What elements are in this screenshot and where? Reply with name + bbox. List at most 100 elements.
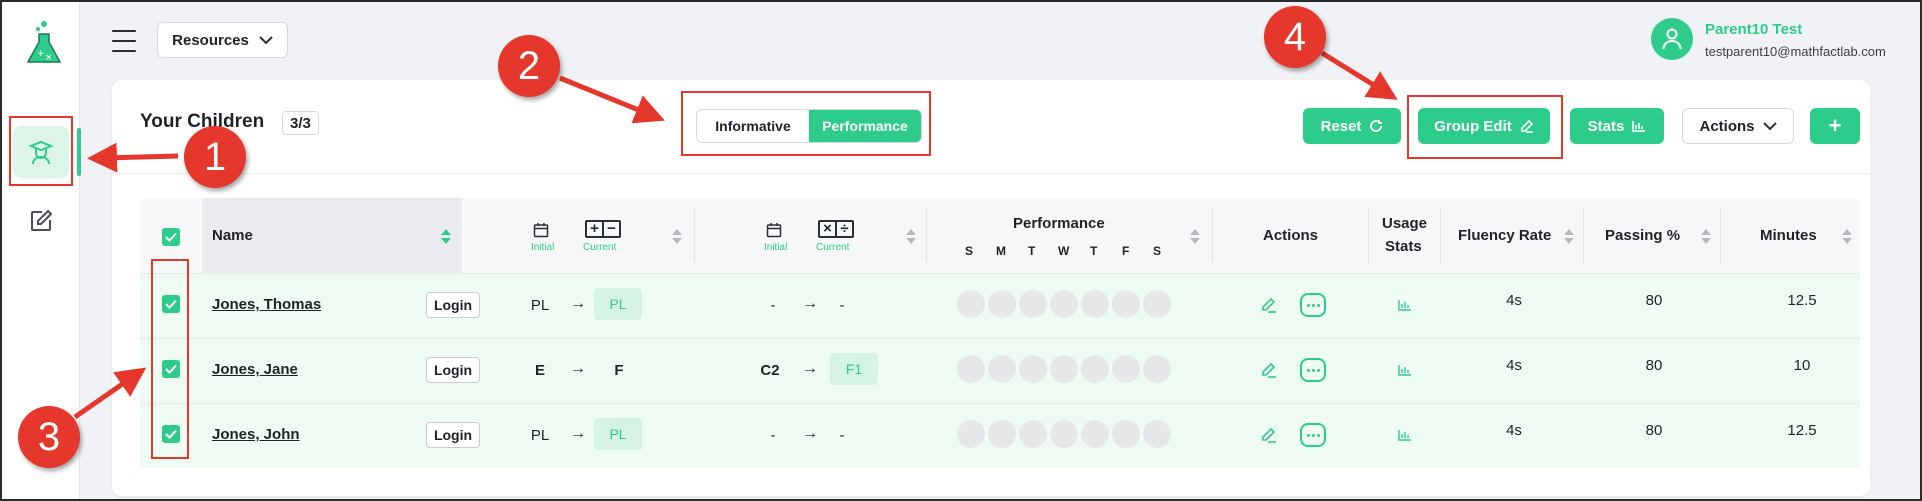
menu-hamburger-icon[interactable] <box>112 30 136 52</box>
muldiv-current: - <box>839 427 845 444</box>
svg-text:×: × <box>45 53 53 63</box>
table-header: Name Initial + − Current Initial × ÷ Curre… <box>140 198 1860 273</box>
annotation-callout-3: 3 <box>18 406 80 468</box>
performance-day-dot <box>1112 420 1140 448</box>
performance-day-dot <box>1019 355 1047 383</box>
addsub-current: PL <box>594 418 642 450</box>
performance-day-dot <box>957 290 985 318</box>
pencil-icon[interactable] <box>1261 362 1277 378</box>
reset-button[interactable]: Reset <box>1303 108 1401 144</box>
sort-muldiv-icon[interactable] <box>906 229 916 245</box>
header-fluency-rate[interactable]: Fluency Rate <box>1458 227 1551 244</box>
more-options-button[interactable] <box>1300 423 1326 447</box>
muldiv-initial: - <box>770 297 776 314</box>
refresh-icon <box>1370 120 1383 132</box>
calendar-icon <box>533 223 549 238</box>
resources-dropdown[interactable]: Resources <box>157 22 288 58</box>
column-separator <box>926 208 927 263</box>
usage-stats-icon[interactable] <box>1398 364 1412 376</box>
flask-logo-icon[interactable]: + × <box>24 20 64 66</box>
annotation-highlight-checkboxes <box>151 259 189 459</box>
pencil-icon[interactable] <box>1261 427 1277 443</box>
performance-day-dot <box>1050 355 1078 383</box>
day-label: F <box>1122 244 1130 258</box>
arrow-right-icon: → <box>570 425 586 442</box>
header-usage-stats-line1: Usage <box>1382 215 1428 232</box>
minutes-value: 10 <box>1793 357 1811 374</box>
initial-label: Initial <box>764 242 788 253</box>
day-label: S <box>965 244 974 258</box>
sort-performance-icon[interactable] <box>1190 229 1200 245</box>
performance-day-dot <box>1081 355 1109 383</box>
actions-label: Actions <box>1699 117 1755 135</box>
add-child-button[interactable]: + <box>1810 108 1860 144</box>
performance-day-dot <box>1143 290 1171 318</box>
plus-symbol: + <box>587 221 604 236</box>
annotation-highlight-group-edit <box>1407 95 1563 159</box>
annotation-highlight-toggle <box>681 91 931 156</box>
children-table: Name Initial + − Current Initial × ÷ Curre… <box>140 198 1860 488</box>
minus-symbol: − <box>607 220 616 237</box>
child-name-link[interactable]: Jones, Jane <box>212 361 298 378</box>
header-name[interactable]: Name <box>212 227 253 244</box>
performance-day-dot <box>957 355 985 383</box>
column-separator <box>1368 208 1369 263</box>
performance-day-dot <box>1112 355 1140 383</box>
calendar-icon <box>766 223 782 238</box>
user-email: testparent10@mathfactlab.com <box>1705 44 1886 59</box>
passing-value: 80 <box>1645 357 1663 374</box>
bar-chart-icon <box>1632 121 1646 132</box>
muldiv-current: - <box>839 297 845 314</box>
fluency-rate-value: 4s <box>1506 292 1522 309</box>
sort-name-icon[interactable] <box>441 229 451 245</box>
active-nav-indicator <box>77 128 81 176</box>
minutes-value: 12.5 <box>1787 292 1817 309</box>
performance-day-dot <box>1081 420 1109 448</box>
login-button[interactable]: Login <box>426 357 480 383</box>
day-label: M <box>996 244 1006 258</box>
table-row: Jones, Thomas Login PL → PL - → - 4s 80 … <box>140 273 1860 338</box>
stats-button[interactable]: Stats <box>1570 108 1664 144</box>
muldiv-initial: - <box>770 427 776 444</box>
minutes-value: 12.5 <box>1787 422 1817 439</box>
annotation-callout-2: 2 <box>498 35 560 97</box>
header-actions: Actions <box>1263 227 1319 244</box>
sort-minutes-icon[interactable] <box>1842 229 1852 245</box>
sort-fluency-icon[interactable] <box>1564 229 1574 245</box>
performance-day-dot <box>988 420 1016 448</box>
addsub-current: PL <box>594 288 642 320</box>
passing-value: 80 <box>1645 292 1663 309</box>
addsub-initial: E <box>534 362 545 379</box>
usage-stats-icon[interactable] <box>1398 299 1412 311</box>
fluency-rate-value: 4s <box>1506 357 1522 374</box>
user-avatar[interactable] <box>1651 18 1693 60</box>
column-separator <box>694 208 695 263</box>
sort-addsub-icon[interactable] <box>672 229 682 245</box>
actions-dropdown[interactable]: Actions <box>1682 108 1794 144</box>
pencil-icon[interactable] <box>1261 297 1277 313</box>
stats-label: Stats <box>1587 117 1625 135</box>
column-separator <box>1440 208 1441 263</box>
login-button[interactable]: Login <box>426 292 480 318</box>
more-options-button[interactable] <box>1300 358 1326 382</box>
fluency-rate-value: 4s <box>1506 422 1522 439</box>
more-options-button[interactable] <box>1300 293 1326 317</box>
resources-label: Resources <box>172 31 249 49</box>
child-name-link[interactable]: Jones, Thomas <box>212 296 321 313</box>
children-card: Your Children 3/3 Informative Performanc… <box>112 80 1870 496</box>
addsub-initial: PL <box>530 427 550 444</box>
day-label: S <box>1153 244 1162 258</box>
select-all-checkbox[interactable] <box>162 228 180 246</box>
usage-stats-icon[interactable] <box>1398 429 1412 441</box>
nav-edit[interactable] <box>13 195 69 247</box>
add-subtract-icon: + − <box>585 220 621 238</box>
login-button[interactable]: Login <box>426 422 480 448</box>
header-minutes[interactable]: Minutes <box>1760 227 1817 244</box>
column-separator <box>1583 208 1584 263</box>
sort-passing-icon[interactable] <box>1701 229 1711 245</box>
arrow-right-icon: → <box>570 295 586 312</box>
header-passing[interactable]: Passing % <box>1605 227 1680 244</box>
multiply-symbol: × <box>820 221 837 236</box>
child-name-link[interactable]: Jones, John <box>212 426 300 443</box>
performance-day-dot <box>1081 290 1109 318</box>
